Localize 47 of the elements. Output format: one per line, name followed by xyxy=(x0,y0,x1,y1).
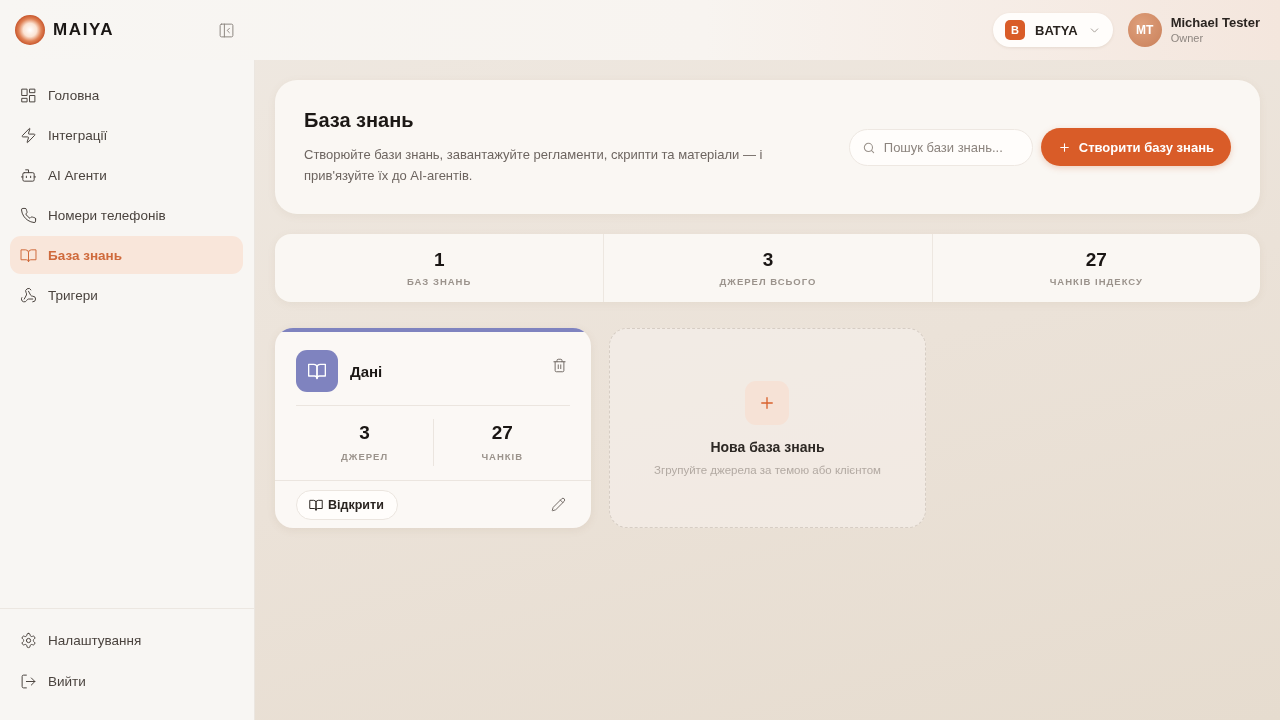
sidebar-item[interactable]: Тригери xyxy=(10,276,243,314)
delete-button[interactable] xyxy=(550,356,569,374)
settings-icon xyxy=(20,631,37,649)
new-card-title: Нова база знань xyxy=(710,438,825,455)
stat-label: БАЗ ЗНАНЬ xyxy=(407,275,472,288)
stat-label: ЧАНКІВ xyxy=(481,451,524,463)
new-knowledge-base-card[interactable]: Нова база знань Згрупуйте джерела за темою або клієнтом xyxy=(609,328,926,528)
phone-icon xyxy=(20,206,37,224)
robot-icon xyxy=(20,166,37,184)
sidebar-item[interactable]: Інтеграції xyxy=(10,116,243,154)
stat-label: ДЖЕРЕЛ ВСЬОГО xyxy=(719,275,817,288)
workspace-switcher[interactable]: B BATYA xyxy=(993,13,1113,47)
book-icon xyxy=(20,246,37,264)
stat-label: ЧАНКІВ ІНДЕКСУ xyxy=(1049,275,1143,288)
logo-icon xyxy=(15,15,45,45)
stat-value: 3 xyxy=(359,422,370,444)
user-name: Michael Tester xyxy=(1170,14,1260,31)
workspace-badge: B xyxy=(1005,20,1025,40)
sidebar-item[interactable]: AI Агенти xyxy=(10,156,243,194)
stat-label: ДЖЕРЕЛ xyxy=(341,451,389,463)
plus-icon xyxy=(1057,140,1071,154)
sidebar-toggle-button[interactable] xyxy=(217,21,235,39)
page-title: База знань xyxy=(304,108,415,132)
page-description: Створюйте бази знань, завантажуйте регламенти, скрипти та матеріали — і прив'язуйте їх до AI-агентів. xyxy=(304,146,764,185)
stat-value: 27 xyxy=(1085,248,1107,271)
brand-name: MAIYA xyxy=(53,20,115,40)
logout-icon xyxy=(20,672,37,690)
plus-icon xyxy=(745,380,790,425)
search-icon xyxy=(861,140,876,155)
stat-value: 27 xyxy=(491,422,513,444)
user-role: Owner xyxy=(1170,30,1205,46)
lightning-icon xyxy=(20,126,37,144)
edit-button[interactable] xyxy=(549,495,568,514)
knowledge-base-title: Дані xyxy=(350,362,383,380)
new-card-subtitle: Згрупуйте джерела за темою або клієнтом xyxy=(654,463,881,476)
stat-value: 3 xyxy=(762,248,774,271)
sidebar-item[interactable]: Головна xyxy=(10,76,243,114)
sidebar-item[interactable]: Вийти xyxy=(10,662,243,700)
sidebar-item[interactable]: Налаштування xyxy=(10,621,243,659)
stat-value: 1 xyxy=(433,248,445,271)
dashboard-icon xyxy=(20,86,37,104)
sidebar-item[interactable]: Номери телефонів xyxy=(10,196,243,234)
book-icon xyxy=(309,497,323,512)
search-field[interactable]: Пошук бази знань... xyxy=(848,128,1033,166)
create-knowledge-base-button[interactable]: Створити базу знань xyxy=(1040,128,1231,166)
open-button[interactable]: Відкрити xyxy=(296,489,398,520)
webhook-icon xyxy=(20,286,37,304)
